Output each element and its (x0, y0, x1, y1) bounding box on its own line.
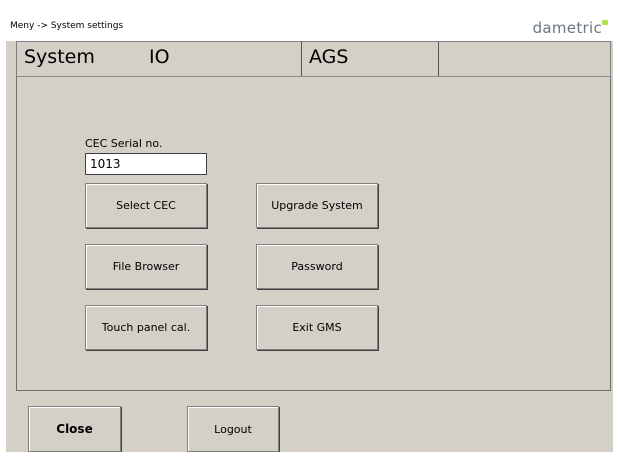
tab-ags[interactable]: AGS (302, 42, 439, 76)
tab-io[interactable]: IO (142, 42, 302, 76)
tab-empty[interactable] (439, 42, 610, 76)
select-cec-button[interactable]: Select CEC (85, 183, 207, 228)
file-browser-button[interactable]: File Browser (85, 244, 207, 289)
exit-gms-button[interactable]: Exit GMS (256, 305, 378, 350)
logo-mark-icon (602, 20, 608, 25)
brand-logo: dametric (532, 19, 602, 37)
password-button[interactable]: Password (256, 244, 378, 289)
close-button[interactable]: Close (28, 406, 121, 452)
system-settings-window: Meny -> System settings dametric System … (6, 6, 613, 452)
cec-serial-input[interactable] (85, 153, 207, 175)
touch-panel-calibration-button[interactable]: Touch panel cal. (85, 305, 207, 350)
tab-system[interactable]: System (17, 42, 142, 76)
header-bar: Meny -> System settings dametric (6, 6, 613, 41)
system-tab-panel: CEC Serial no. Select CEC Upgrade System… (16, 76, 611, 391)
tab-bar: System IO AGS (16, 41, 611, 76)
breadcrumb: Meny -> System settings (10, 21, 124, 31)
cec-serial-label: CEC Serial no. (85, 137, 163, 150)
upgrade-system-button[interactable]: Upgrade System (256, 183, 378, 228)
logout-button[interactable]: Logout (187, 406, 279, 452)
